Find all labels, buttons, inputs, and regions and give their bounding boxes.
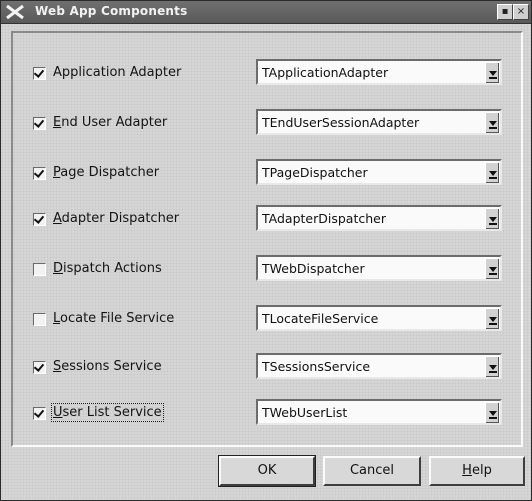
component-checkbox[interactable] (33, 213, 46, 226)
combobox-value: TPageDispatcher (262, 165, 368, 180)
component-checkbox[interactable] (33, 167, 46, 180)
component-label[interactable]: Application Adapter (53, 65, 181, 80)
window-title: Web App Components (35, 4, 188, 18)
combobox-value: TApplicationAdapter (262, 65, 389, 80)
cancel-button[interactable]: Cancel (323, 456, 421, 486)
component-row: Adapter Dispatcher TAdapterDispatcher (13, 203, 521, 237)
combobox-value: TWebDispatcher (262, 261, 365, 276)
components-panel: Application Adapter TApplicationAdapter En… (11, 31, 523, 447)
combobox-value: TEndUserSessionAdapter (262, 115, 420, 130)
component-checkbox[interactable] (33, 313, 46, 326)
dropdown-arrow-icon[interactable] (485, 162, 499, 183)
title-bar[interactable]: Web App Components ▪ × (1, 1, 531, 24)
component-label[interactable]: Adapter Dispatcher (53, 211, 179, 226)
component-checkbox[interactable] (33, 263, 46, 276)
component-label[interactable]: Dispatch Actions (53, 261, 162, 276)
dropdown-arrow-icon[interactable] (485, 402, 499, 423)
dropdown-arrow-icon[interactable] (485, 112, 499, 133)
component-checkbox[interactable] (33, 407, 46, 420)
kylix-x-logo-icon[interactable] (5, 4, 25, 20)
web-app-components-dialog: Web App Components ▪ × Application Adapt… (0, 0, 532, 501)
minimize-icon: ▪ (501, 6, 509, 17)
component-label[interactable]: Page Dispatcher (53, 165, 159, 180)
ok-button-label: OK (257, 463, 277, 478)
component-class-combobox[interactable]: TWebUserList (256, 399, 502, 425)
component-row: Page Dispatcher TPageDispatcher (13, 157, 521, 191)
close-icon: × (516, 6, 526, 17)
component-class-combobox[interactable]: TWebDispatcher (256, 255, 502, 281)
component-class-combobox[interactable]: TAdapterDispatcher (256, 205, 502, 231)
combobox-value: TLocateFileService (262, 311, 379, 326)
dropdown-arrow-icon[interactable] (485, 62, 499, 83)
component-row: Application Adapter TApplicationAdapter (13, 57, 521, 91)
component-label[interactable]: User List Service (51, 403, 164, 422)
component-label[interactable]: Locate File Service (53, 311, 174, 326)
component-class-combobox[interactable]: TEndUserSessionAdapter (256, 109, 502, 135)
component-checkbox[interactable] (33, 361, 46, 374)
dropdown-arrow-icon[interactable] (485, 308, 499, 329)
dropdown-arrow-icon[interactable] (485, 356, 499, 377)
component-label[interactable]: Sessions Service (53, 359, 162, 374)
cancel-button-label: Cancel (349, 463, 395, 478)
component-label[interactable]: End User Adapter (53, 115, 167, 130)
component-class-combobox[interactable]: TApplicationAdapter (256, 59, 502, 85)
combobox-value: TWebUserList (262, 405, 348, 420)
combobox-value: TSessionsService (262, 359, 371, 374)
help-button[interactable]: Help (429, 456, 525, 486)
close-button[interactable]: × (513, 4, 529, 20)
component-class-combobox[interactable]: TLocateFileService (256, 305, 502, 331)
combobox-value: TAdapterDispatcher (262, 211, 386, 226)
component-class-combobox[interactable]: TSessionsService (256, 353, 502, 379)
help-button-label: Help (462, 463, 492, 478)
component-checkbox[interactable] (33, 117, 46, 130)
component-row: End User Adapter TEndUserSessionAdapter (13, 107, 521, 141)
component-checkbox[interactable] (33, 67, 46, 80)
component-row: Dispatch Actions TWebDispatcher (13, 253, 521, 287)
dropdown-arrow-icon[interactable] (485, 208, 499, 229)
dropdown-arrow-icon[interactable] (485, 258, 499, 279)
minimize-button[interactable]: ▪ (497, 4, 513, 20)
component-class-combobox[interactable]: TPageDispatcher (256, 159, 502, 185)
component-row: User List Service TWebUserList (13, 397, 521, 431)
component-row: Sessions Service TSessionsService (13, 351, 521, 385)
component-row: Locate File Service TLocateFileService (13, 303, 521, 337)
ok-button[interactable]: OK (219, 456, 315, 486)
